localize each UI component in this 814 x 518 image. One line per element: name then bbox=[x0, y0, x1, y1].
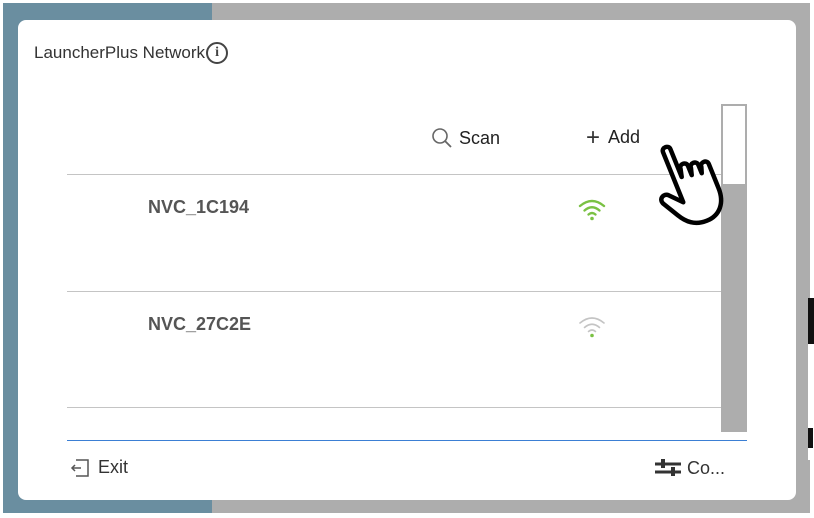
hand-pointer-icon bbox=[659, 144, 724, 226]
background-mark bbox=[808, 428, 813, 448]
wifi-icon bbox=[579, 317, 605, 338]
dialog-title: LauncherPlus Network bbox=[34, 43, 206, 62]
scan-label: Scan bbox=[459, 127, 501, 148]
network-name: NVC_27C2E bbox=[148, 314, 252, 334]
network-dialog: LauncherPlus Network i Scan + Add NVC_1C… bbox=[18, 20, 796, 500]
network-name: NVC_1C194 bbox=[148, 197, 250, 217]
exit-button[interactable]: Exit bbox=[70, 457, 128, 478]
wifi-icon bbox=[578, 199, 606, 221]
info-icon[interactable]: i bbox=[206, 42, 229, 64]
plus-icon: + bbox=[586, 123, 601, 151]
sliders-icon bbox=[655, 459, 681, 476]
exit-icon bbox=[70, 458, 89, 477]
dialog-title-row: LauncherPlus Network i bbox=[34, 42, 229, 64]
background-mark bbox=[808, 298, 814, 344]
search-icon bbox=[432, 128, 452, 148]
network-row[interactable]: NVC_27C2E bbox=[67, 292, 721, 408]
divider bbox=[67, 407, 721, 408]
scan-button[interactable]: Scan bbox=[431, 127, 500, 149]
exit-label: Exit bbox=[98, 457, 129, 477]
add-button[interactable]: + Add bbox=[586, 123, 641, 151]
configuration-label: Co... bbox=[687, 457, 726, 478]
configuration-button[interactable]: Co... bbox=[654, 457, 725, 479]
add-label: Add bbox=[608, 127, 641, 147]
network-row[interactable]: NVC_1C194 bbox=[67, 175, 721, 291]
footer-separator bbox=[67, 440, 747, 441]
